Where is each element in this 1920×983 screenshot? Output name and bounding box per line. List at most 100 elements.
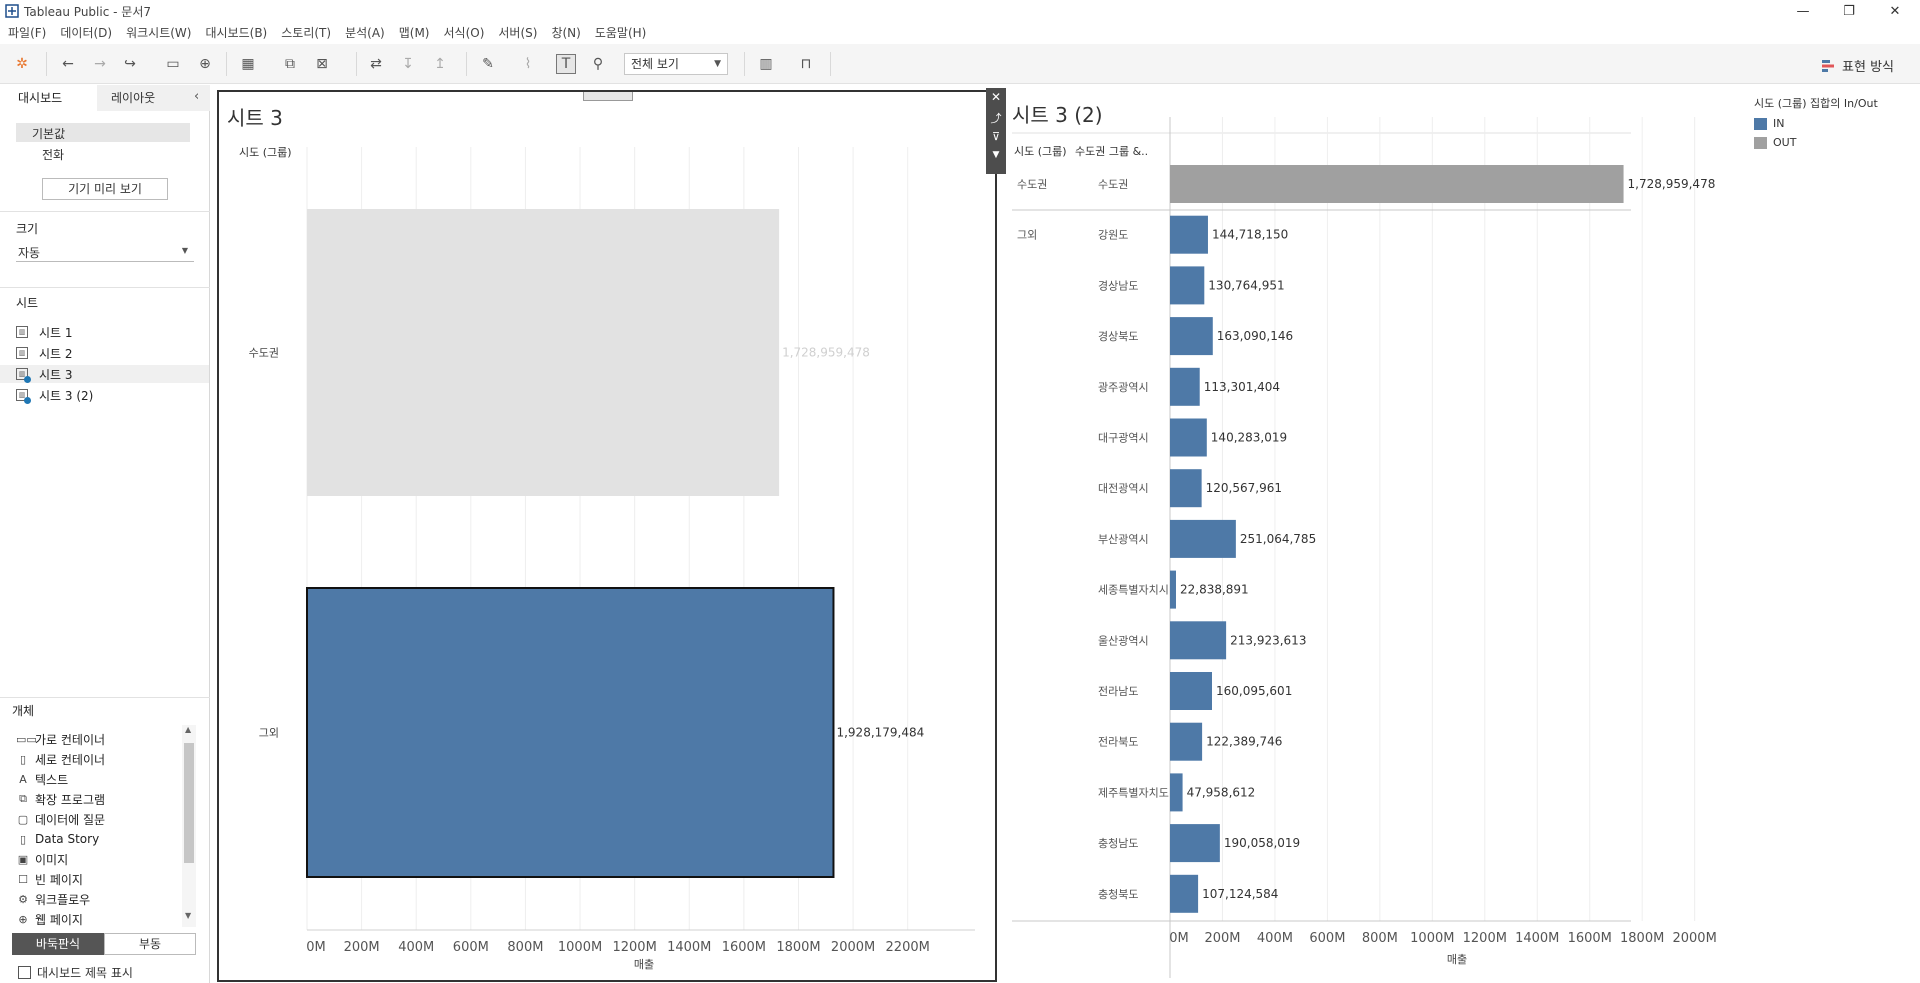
menu-data[interactable]: 데이터(D) (60, 24, 112, 41)
tick-label: 1800M (1620, 931, 1664, 946)
object-workflow[interactable]: ⚙ 워크플로우 (16, 891, 90, 907)
scrollbar-thumb[interactable] (184, 743, 194, 863)
color-legend[interactable]: 시도 (그룹) 집합의 In/Out IN OUT (1754, 95, 1914, 149)
data-label: 130,764,951 (1208, 278, 1284, 292)
more-options-icon[interactable]: ▼ (986, 150, 1006, 160)
scroll-up-icon[interactable]: ▲ (185, 725, 191, 734)
close-window-button[interactable]: ✕ (1872, 0, 1918, 22)
show-labels-icon[interactable]: T (556, 54, 576, 74)
sheet-item[interactable]: ▥ 시트 2 (16, 344, 206, 362)
menu-server[interactable]: 서버(S) (498, 24, 537, 41)
objects-scrollbar[interactable]: ▲ ▼ (182, 725, 196, 927)
object-data-story[interactable]: ▯ Data Story (16, 831, 99, 847)
device-phone-label[interactable]: 전화 (42, 146, 64, 163)
minimize-button[interactable]: — (1780, 0, 1826, 22)
tick-label: 600M (453, 940, 489, 955)
replay-icon[interactable]: ↪ (120, 54, 140, 74)
undo-icon[interactable]: ← (58, 54, 78, 74)
collapse-pane-icon[interactable]: ‹ (194, 89, 199, 104)
menu-window[interactable]: 창(N) (551, 24, 580, 41)
scroll-down-icon[interactable]: ▼ (185, 911, 191, 920)
tableau-home-icon[interactable]: ✲ (12, 54, 32, 74)
legend-swatch-in (1754, 117, 1767, 130)
tick-label: 1800M (776, 940, 820, 955)
sheet3-2-zone[interactable]: 시트 3 (2) 시도 (그룹) 수도권 그룹 &.. 1,728,959,47… (1012, 85, 1762, 983)
worksheet-icon: ▥ (16, 347, 28, 359)
menu-help[interactable]: 도움말(H) (595, 24, 647, 41)
bar (1170, 215, 1208, 254)
presentation-mode-icon[interactable]: ⊓ (796, 54, 816, 74)
clear-sheet-icon[interactable]: ⊠ (312, 54, 332, 74)
size-dropdown[interactable]: 자동 ▼ (16, 242, 194, 262)
object-image[interactable]: ▣ 이미지 (16, 851, 68, 867)
filter-icon[interactable]: ⊽ (986, 130, 1006, 143)
sheet-item[interactable]: ▥ 시트 3 (2) (16, 386, 206, 404)
show-cards-icon[interactable]: ▥ (756, 54, 776, 74)
tick-label: 400M (398, 940, 434, 955)
save-icon[interactable]: ▭ (163, 54, 183, 74)
category-label: 전라북도 (1098, 736, 1138, 749)
chevron-down-icon: ▼ (714, 59, 721, 69)
tab-dashboard[interactable]: 대시보드 (0, 85, 97, 111)
legend-item-in[interactable]: IN (1754, 117, 1914, 130)
sort-descending-icon[interactable]: ↥ (430, 54, 450, 74)
redo-icon[interactable]: → (90, 54, 110, 74)
highlight-icon[interactable]: ✎ (478, 54, 498, 74)
new-data-source-icon[interactable]: ⊕ (195, 54, 215, 74)
fit-dropdown[interactable]: 전체 보기 ▼ (624, 53, 728, 75)
remove-zone-icon[interactable]: ✕ (986, 90, 1006, 104)
category-label: 제주특별자치도 (1098, 786, 1169, 799)
image-icon: ▣ (17, 852, 29, 866)
menu-format[interactable]: 서식(O) (444, 24, 485, 41)
tick-label: 0M (1169, 931, 1189, 946)
category-label: 수도권 (1098, 178, 1128, 191)
legend-title: 시도 (그룹) 집합의 In/Out (1754, 97, 1878, 110)
object-ask-data[interactable]: ▢ 데이터에 질문 (16, 811, 105, 827)
category-label: 세종특별자치시 (1098, 584, 1169, 597)
attach-icon[interactable]: ⌇ (518, 54, 538, 74)
sort-ascending-icon[interactable]: ↧ (398, 54, 418, 74)
tiled-button[interactable]: 바둑판식 (12, 933, 104, 955)
show-title-checkbox[interactable] (18, 966, 31, 979)
category-label: 전라남도 (1098, 685, 1138, 698)
object-web-page[interactable]: ⊕ 웹 페이지 (16, 911, 83, 927)
menu-story[interactable]: 스토리(T) (281, 24, 331, 41)
go-to-sheet-icon[interactable]: ⤴ (986, 110, 1006, 126)
group-label: 그외 (1017, 229, 1037, 242)
object-text[interactable]: A 텍스트 (16, 771, 68, 787)
size-value: 자동 (18, 246, 41, 260)
tick-label: 200M (344, 940, 380, 955)
menu-dashboard[interactable]: 대시보드(B) (205, 24, 267, 41)
category-label: 부산광역시 (1098, 533, 1149, 546)
new-sheet-icon[interactable]: ▦ (238, 54, 258, 74)
duplicate-sheet-icon[interactable]: ⧉ (280, 54, 300, 74)
object-vertical-container[interactable]: ▯ 세로 컨테이너 (16, 751, 105, 767)
dashboard-canvas: 시트 3 시도 (그룹) 수도권 1,728,959,478 그외 1,928,179… (211, 85, 1920, 983)
restore-button[interactable]: ❐ (1826, 0, 1872, 22)
object-extension[interactable]: ⧉ 확장 프로그램 (16, 791, 105, 807)
menu-worksheet[interactable]: 워크시트(W) (126, 24, 191, 41)
show-title-checkbox-row[interactable]: 대시보드 제목 표시 (18, 964, 133, 981)
tick-label: 1600M (1568, 931, 1612, 946)
object-blank[interactable]: ☐ 빈 페이지 (16, 871, 83, 887)
object-horizontal-container[interactable]: ▭▭ 가로 컨테이너 (16, 731, 105, 747)
show-me-button[interactable]: 표현 방식 (1822, 56, 1894, 75)
window-title: Tableau Public - 문서7 (24, 4, 151, 19)
swap-rows-columns-icon[interactable]: ⇄ (366, 54, 386, 74)
device-preview-button[interactable]: 기기 미리 보기 (42, 178, 168, 200)
data-label: 251,064,785 (1240, 532, 1316, 546)
menu-file[interactable]: 파일(F) (8, 24, 46, 41)
data-label: 1,728,959,478 (782, 346, 870, 360)
sheet-item[interactable]: ▥ 시트 1 (16, 323, 206, 341)
menu-map[interactable]: 맵(M) (399, 24, 430, 41)
floating-button[interactable]: 부동 (104, 933, 196, 955)
zone-action-bar: ✕ ⤴ ⊽ ▼ (986, 88, 1006, 174)
menu-analysis[interactable]: 분석(A) (345, 24, 385, 41)
sheet-item[interactable]: ▥ 시트 3 (0, 365, 209, 383)
legend-item-out[interactable]: OUT (1754, 136, 1914, 149)
pin-icon[interactable]: ⚲ (588, 54, 608, 74)
sheet3-zone[interactable]: 시트 3 시도 (그룹) 수도권 1,728,959,478 그외 1,928,179… (217, 90, 997, 982)
device-default-row[interactable]: 기본값 (16, 123, 190, 142)
bar (1170, 722, 1203, 761)
category-label: 광주광역시 (1098, 381, 1149, 394)
